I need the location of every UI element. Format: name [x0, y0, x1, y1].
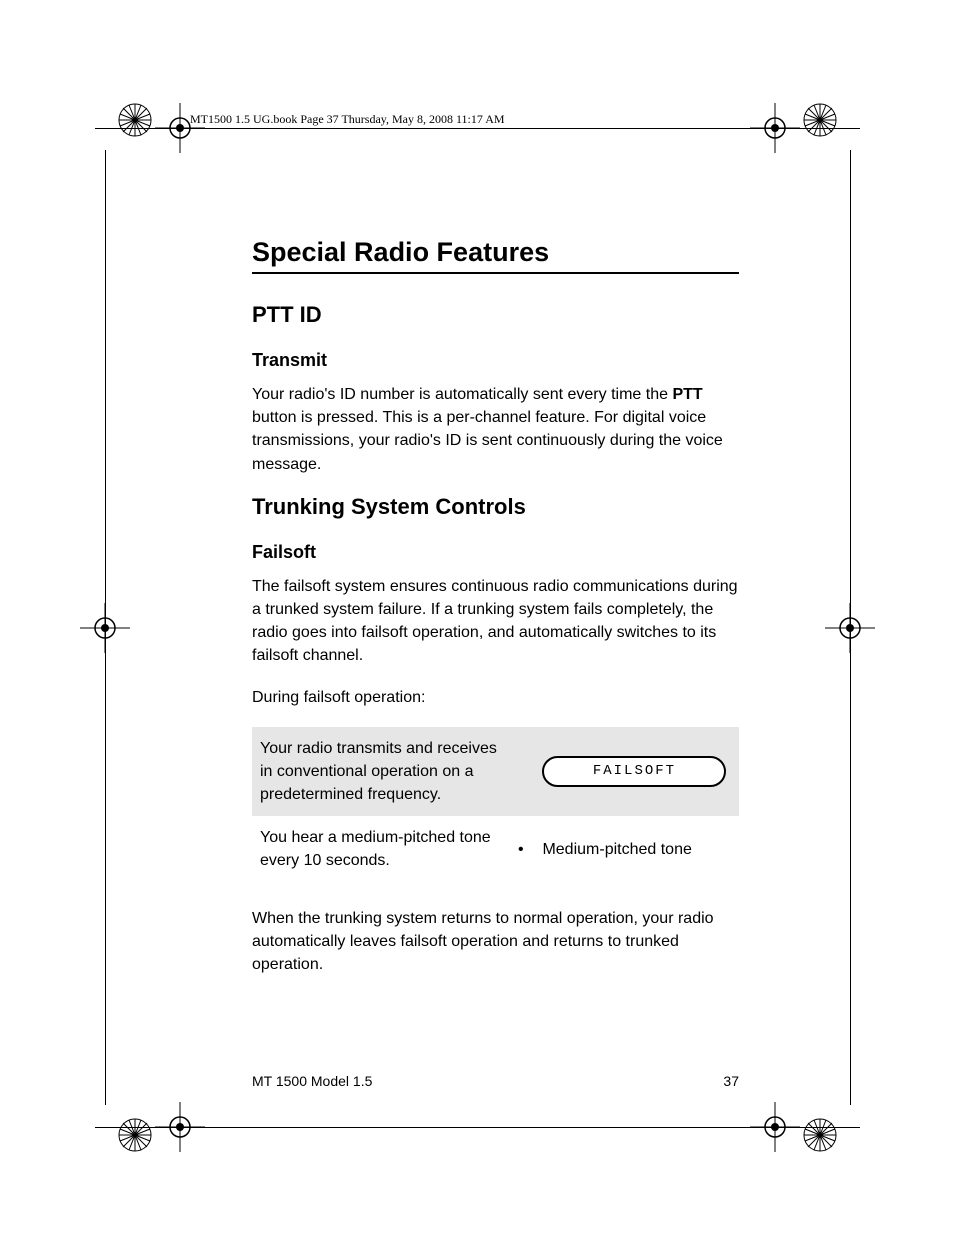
cell-display: FAILSOFT	[534, 727, 739, 817]
title-rule	[252, 272, 739, 274]
cell-description: You hear a medium-pitched tone every 10 …	[252, 816, 505, 882]
reg-dial-top-left	[115, 100, 155, 140]
cell-result: Medium-pitched tone	[534, 816, 739, 882]
text-fragment: button is pressed. This is a per-channel…	[252, 409, 723, 472]
table-row: Your radio transmits and receives in con…	[252, 727, 739, 817]
paragraph-failsoft-return: When the trunking system returns to norm…	[252, 907, 739, 977]
reg-dial-bottom-left	[115, 1115, 155, 1155]
ptt-label: PTT	[672, 386, 702, 403]
subsection-failsoft-heading: Failsoft	[252, 542, 739, 563]
paragraph-failsoft-intro: The failsoft system ensures continuous r…	[252, 575, 739, 668]
crop-line-right	[850, 150, 851, 1105]
cell-description: Your radio transmits and receives in con…	[252, 727, 505, 817]
subsection-transmit-heading: Transmit	[252, 350, 739, 371]
crop-line-left	[105, 150, 106, 1105]
reg-dial-bottom-right	[800, 1115, 840, 1155]
section-trunking-heading: Trunking System Controls	[252, 494, 739, 520]
section-ptt-id-heading: PTT ID	[252, 302, 739, 328]
paragraph-failsoft-during: During failsoft operation:	[252, 686, 739, 709]
print-header-label: MT1500 1.5 UG.book Page 37 Thursday, May…	[190, 112, 505, 127]
cell-bullet: •	[505, 816, 534, 882]
lcd-display: FAILSOFT	[542, 756, 726, 786]
cell-spacer	[505, 727, 534, 817]
crop-line-bottom	[95, 1127, 860, 1128]
bullet-icon: •	[514, 838, 528, 861]
page-footer: MT 1500 Model 1.5 37	[252, 1073, 739, 1089]
failsoft-table: Your radio transmits and receives in con…	[252, 727, 739, 883]
crop-line-top	[95, 128, 860, 129]
text-fragment: Your radio's ID number is automatically …	[252, 386, 672, 403]
footer-page-number: 37	[723, 1073, 739, 1089]
paragraph-transmit: Your radio's ID number is automatically …	[252, 383, 739, 476]
reg-dial-top-right	[800, 100, 840, 140]
table-row: You hear a medium-pitched tone every 10 …	[252, 816, 739, 882]
page-title: Special Radio Features	[252, 237, 739, 268]
footer-model: MT 1500 Model 1.5	[252, 1073, 372, 1089]
